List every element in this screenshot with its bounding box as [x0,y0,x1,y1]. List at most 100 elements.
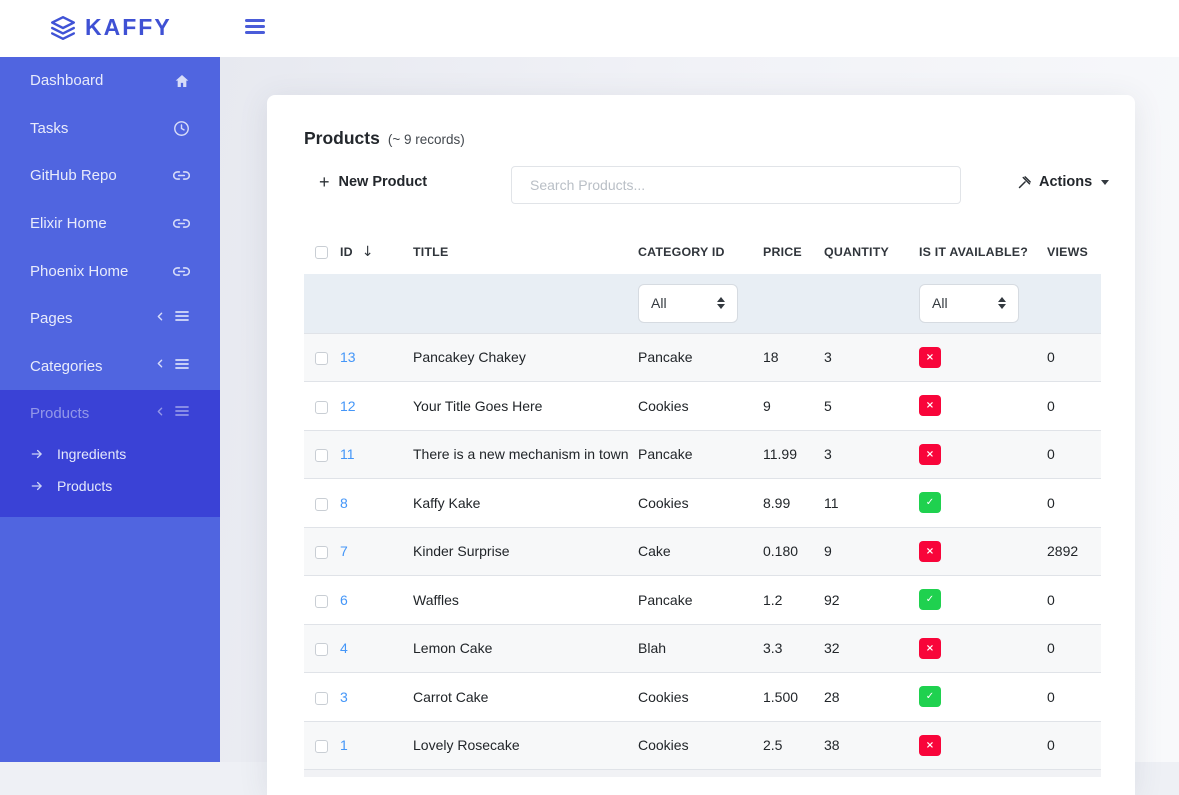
sort-descending-icon[interactable]: ↓ [362,244,374,260]
chevron-left-icon [154,405,167,423]
row-category: Pancake [638,576,763,625]
row-title: Your Title Goes Here [413,382,638,431]
column-header-title: TITLE [413,234,638,274]
row-id-link[interactable]: 12 [340,398,356,414]
row-quantity: 11 [824,479,919,528]
layers-icon [50,15,76,41]
category-filter-select[interactable]: All [638,284,738,323]
row-price: 18 [763,333,824,382]
row-title: Lovely Rosecake [413,721,638,770]
sidebar-item-dashboard[interactable]: Dashboard [0,57,220,105]
row-id-link[interactable]: 4 [340,640,348,656]
brand-name: KAFFY [85,14,172,41]
column-header-id[interactable]: ID ↓ [340,244,413,260]
table-row: 7 Kinder Surprise Cake 0.180 9 × 2892 [304,527,1101,576]
topbar: KAFFY [0,0,1179,57]
select-arrows-icon [717,297,725,309]
availability-badge: × [919,395,941,416]
sidebar-item-products[interactable]: Products [0,390,220,438]
row-price: 1.500 [763,673,824,722]
sidebar-item-pages[interactable]: Pages [0,295,220,343]
sidebar-item-label: Pages [30,310,73,327]
row-checkbox[interactable] [315,498,328,511]
row-checkbox[interactable] [315,595,328,608]
row-checkbox[interactable] [315,740,328,753]
row-checkbox[interactable] [315,643,328,656]
row-category: Cookies [638,382,763,431]
column-header-category: CATEGORY ID [638,234,763,274]
row-views: 2892 [1047,527,1101,576]
sidebar-subitem-ingredients[interactable]: Ingredients [0,438,220,470]
sidebar-subitem-products[interactable]: Products [0,470,220,502]
row-price: 9 [763,382,824,431]
sidebar-item-label: Phoenix Home [30,263,128,280]
row-id-link[interactable]: 3 [340,689,348,705]
row-checkbox[interactable] [315,401,328,414]
records-count: (~ 9 records) [388,132,465,147]
sidebar-item-label: Tasks [30,120,68,137]
row-price: 8.99 [763,479,824,528]
row-title: Pancakey Chakey [413,333,638,382]
brand-logo[interactable]: KAFFY [50,14,172,41]
row-views: 0 [1047,479,1101,528]
search-input[interactable] [511,166,961,204]
row-quantity: 3 [824,333,919,382]
table-body: 13 Pancakey Chakey Pancake 18 3 × 0 12 Y… [304,333,1101,770]
select-all-checkbox[interactable] [315,246,328,259]
sidebar-item-categories[interactable]: Categories [0,343,220,391]
availability-badge: × [919,347,941,368]
row-category: Cookies [638,721,763,770]
sidebar-item-label: Elixir Home [30,215,107,232]
row-checkbox[interactable] [315,449,328,462]
row-title: Kinder Surprise [413,527,638,576]
chevron-left-icon [154,310,167,328]
sidebar: Dashboard Tasks GitHub Repo Elixir Home … [0,57,220,762]
sidebar-item-elixir-home[interactable]: Elixir Home [0,200,220,248]
table-row: 13 Pancakey Chakey Pancake 18 3 × 0 [304,333,1101,382]
plus-icon: + [319,173,330,191]
row-views: 0 [1047,382,1101,431]
row-checkbox[interactable] [315,546,328,559]
row-checkbox[interactable] [315,692,328,705]
sidebar-item-label: GitHub Repo [30,167,117,184]
products-table: ID ↓ TITLE CATEGORY ID PRICE QUANTITY IS… [304,234,1101,770]
chevron-down-icon [1101,180,1109,185]
row-views: 0 [1047,721,1101,770]
row-quantity: 92 [824,576,919,625]
row-title: Lemon Cake [413,624,638,673]
chevron-left-icon [154,357,167,375]
row-id-link[interactable]: 11 [340,446,355,462]
table-header-row: ID ↓ TITLE CATEGORY ID PRICE QUANTITY IS… [304,234,1101,274]
row-id-link[interactable]: 13 [340,349,356,365]
row-title: Carrot Cake [413,673,638,722]
sidebar-item-label: Categories [30,358,103,375]
row-id-link[interactable]: 1 [340,737,348,753]
column-header-available: IS IT AVAILABLE? [919,234,1047,274]
available-filter-select[interactable]: All [919,284,1019,323]
table-row: 8 Kaffy Kake Cookies 8.99 11 ✓ 0 [304,479,1101,528]
actions-dropdown[interactable]: Actions [1017,174,1109,190]
availability-badge: ✓ [919,492,941,513]
row-category: Blah [638,624,763,673]
row-title: Kaffy Kake [413,479,638,528]
row-category: Cookies [638,479,763,528]
row-category: Pancake [638,333,763,382]
hamburger-icon[interactable] [245,19,265,37]
main-content: Products (~ 9 records) + New Product Act… [220,57,1179,762]
column-header-views: VIEWS [1047,234,1101,274]
row-id-link[interactable]: 8 [340,495,348,511]
new-product-button[interactable]: + New Product [319,173,427,191]
toolbar: + New Product Actions [304,166,1101,204]
row-id-link[interactable]: 7 [340,543,348,559]
row-quantity: 38 [824,721,919,770]
row-id-link[interactable]: 6 [340,592,348,608]
row-category: Cookies [638,673,763,722]
sidebar-group-products: Products Ingredients Products [0,390,220,517]
row-category: Pancake [638,430,763,479]
sidebar-item-github-repo[interactable]: GitHub Repo [0,152,220,200]
row-checkbox[interactable] [315,352,328,365]
row-views: 0 [1047,624,1101,673]
sidebar-item-phoenix-home[interactable]: Phoenix Home [0,247,220,295]
menu-icon [174,403,190,424]
sidebar-item-tasks[interactable]: Tasks [0,105,220,153]
